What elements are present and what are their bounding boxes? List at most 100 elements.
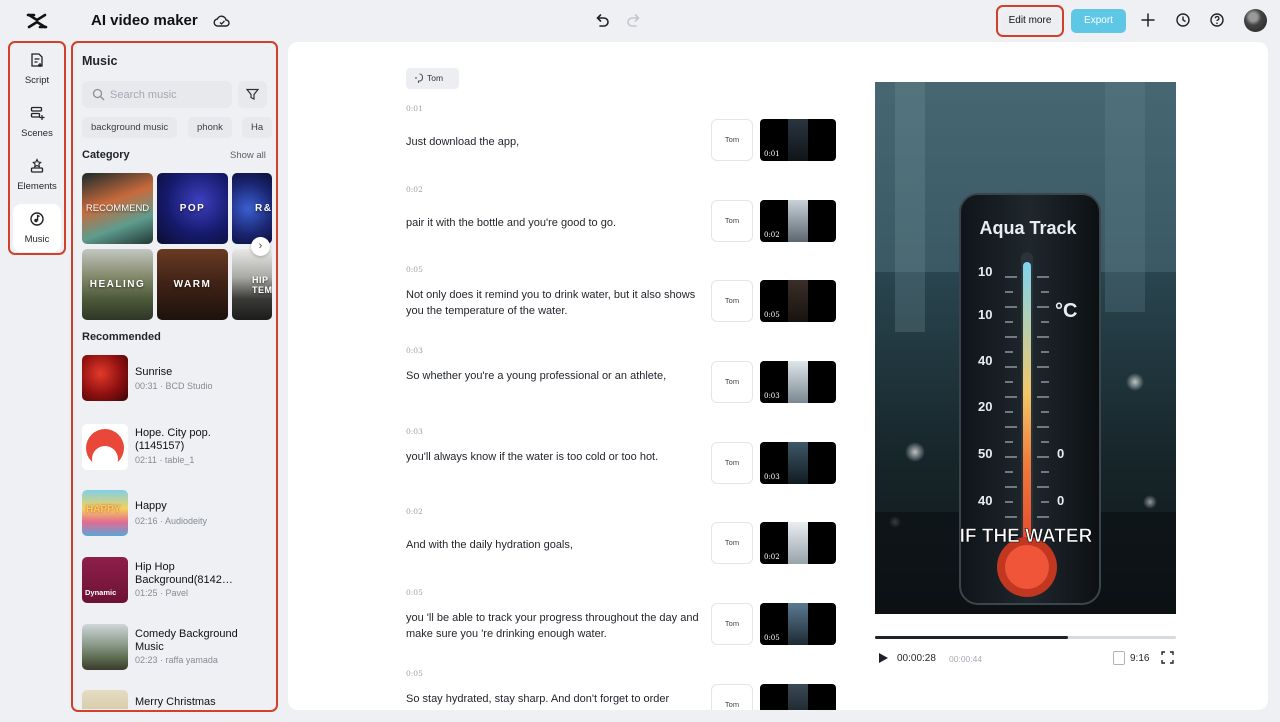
capcut-logo-icon[interactable] — [26, 10, 48, 32]
segment-text[interactable]: So whether you're a young professional o… — [406, 368, 701, 384]
clip-image — [788, 200, 808, 242]
history-icon[interactable] — [1175, 12, 1191, 28]
segment-voice-button[interactable]: Tom — [711, 280, 753, 322]
segment-voice-button[interactable]: Tom — [711, 522, 753, 564]
segment-voice-button[interactable]: Tom — [711, 603, 753, 645]
category-warm[interactable]: WARM — [157, 249, 228, 320]
segment-clip-thumbnail[interactable]: 0:05 — [760, 280, 836, 322]
clip-timestamp: 0:03 — [764, 392, 780, 400]
segment-time: 0:05 — [406, 265, 423, 274]
segment-clip-thumbnail[interactable]: 0:05 — [760, 603, 836, 645]
scenes-icon — [30, 106, 45, 120]
caption-text: IF THE WATER — [960, 526, 1093, 547]
voice-icon — [415, 73, 424, 83]
segment-voice-button[interactable]: Tom — [711, 200, 753, 242]
svg-text:40: 40 — [978, 493, 992, 508]
segment-text[interactable]: pair it with the bottle and you're good … — [406, 215, 701, 231]
rail-item-elements[interactable]: Elements — [13, 151, 61, 199]
segment-voice-button[interactable]: Tom — [711, 684, 753, 710]
segment-time: 0:03 — [406, 427, 423, 436]
track-item[interactable]: Dynamic Hip Hop Background(8142… 01:25 ·… — [82, 557, 272, 605]
track-item[interactable]: Merry Christmas — [82, 690, 272, 709]
aspect-ratio-icon[interactable] — [1113, 651, 1125, 665]
segment-clip-thumbnail[interactable]: 0:03 — [760, 361, 836, 403]
category-healing[interactable]: HEALING — [82, 249, 153, 320]
segment-text[interactable]: So stay hydrated, stay sharp. And don't … — [406, 691, 701, 707]
rail-item-music[interactable]: Music — [13, 204, 61, 252]
segment-text[interactable]: Not only does it remind you to drink wat… — [406, 287, 701, 319]
fullscreen-icon[interactable] — [1161, 651, 1174, 664]
play-icon[interactable] — [877, 652, 889, 664]
segment-text[interactable]: Just download the app, — [406, 134, 701, 150]
undo-icon[interactable] — [593, 12, 611, 30]
segment-voice-button[interactable]: Tom — [711, 361, 753, 403]
export-button[interactable]: Export — [1071, 9, 1126, 33]
track-cover: HAPPY — [82, 490, 128, 536]
track-item[interactable]: Comedy Background Music 02:23 · raffa ya… — [82, 624, 272, 672]
clip-image — [788, 603, 808, 645]
clip-image — [788, 442, 808, 484]
voice-selector[interactable]: Tom — [406, 68, 459, 89]
progress-bar[interactable] — [875, 636, 1176, 639]
script-icon — [31, 53, 43, 67]
category-recommend[interactable]: RECOMMEND — [82, 173, 153, 244]
clip-image — [788, 119, 808, 161]
segment-clip-thumbnail[interactable]: 0:02 — [760, 522, 836, 564]
redo-icon[interactable] — [625, 12, 643, 30]
search-input[interactable] — [110, 81, 228, 108]
rail-item-script[interactable]: Script — [13, 45, 61, 93]
segment-time: 0:01 — [406, 104, 423, 113]
show-all-link[interactable]: Show all — [230, 150, 266, 161]
track-item[interactable]: Sunrise 00:31 · BCD Studio — [82, 355, 272, 403]
chip-phonk[interactable]: phonk — [188, 117, 232, 138]
track-item[interactable]: HAPPY Happy 02:16 · Audiodeity — [82, 490, 272, 538]
track-cover: Dynamic — [82, 557, 128, 603]
filter-button[interactable] — [238, 81, 267, 108]
category-heading: Category — [82, 149, 130, 161]
rail-label: Script — [24, 75, 50, 86]
category-rnb[interactable]: R& — [232, 173, 272, 244]
plus-icon[interactable] — [1140, 12, 1156, 28]
segment-clip-thumbnail[interactable]: 0:02 — [760, 200, 836, 242]
segment-text[interactable]: you'll always know if the water is too c… — [406, 449, 701, 465]
chip-ha[interactable]: Ha — [242, 117, 273, 138]
chip-background-music[interactable]: background music — [82, 117, 178, 138]
cloud-sync-icon[interactable] — [213, 12, 231, 30]
clip-timestamp: 0:02 — [764, 553, 780, 561]
video-preview[interactable]: Aqua Track °C 10 10 40 20 50 40 0 0 IF T… — [875, 82, 1176, 614]
help-icon[interactable] — [1209, 12, 1225, 28]
svg-text:40: 40 — [978, 353, 992, 368]
elements-icon — [30, 158, 44, 173]
edit-more-button[interactable]: Edit more — [1001, 9, 1059, 33]
current-time: 00:00:28 — [897, 653, 936, 664]
segment-time: 0:02 — [406, 507, 423, 516]
aspect-ratio-label[interactable]: 9:16 — [1130, 653, 1149, 664]
progress-fill — [875, 636, 1068, 639]
category-pop[interactable]: POP — [157, 173, 228, 244]
track-cover — [82, 690, 128, 709]
segment-text[interactable]: And with the daily hydration goals, — [406, 537, 701, 553]
track-item[interactable]: Hope. City pop.(1145157) 02:11 · table_1 — [82, 424, 272, 472]
category-next-button[interactable]: › — [251, 237, 270, 256]
segment-time: 0:02 — [406, 185, 423, 194]
segment-clip-thumbnail[interactable] — [760, 684, 836, 710]
svg-text:0: 0 — [1057, 446, 1064, 461]
rail-label: Elements — [17, 181, 57, 192]
search-icon — [92, 88, 105, 101]
top-bar: AI video maker Edit more Export — [0, 0, 1280, 42]
segment-clip-thumbnail[interactable]: 0:01 — [760, 119, 836, 161]
track-cover — [82, 424, 128, 470]
clip-timestamp: 0:01 — [764, 150, 780, 158]
search-box[interactable] — [82, 81, 232, 108]
segment-voice-button[interactable]: Tom — [711, 119, 753, 161]
category-hip-temp[interactable]: HIP TEMP — [232, 249, 272, 320]
svg-text:0: 0 — [1057, 493, 1064, 508]
segment-text[interactable]: you 'll be able to track your progress t… — [406, 610, 701, 642]
rail-label: Scenes — [21, 128, 53, 139]
avatar[interactable] — [1244, 9, 1267, 32]
brand-text: Aqua Track — [979, 218, 1077, 238]
svg-text:10: 10 — [978, 264, 992, 279]
rail-item-scenes[interactable]: Scenes — [13, 98, 61, 146]
segment-clip-thumbnail[interactable]: 0:03 — [760, 442, 836, 484]
segment-voice-button[interactable]: Tom — [711, 442, 753, 484]
